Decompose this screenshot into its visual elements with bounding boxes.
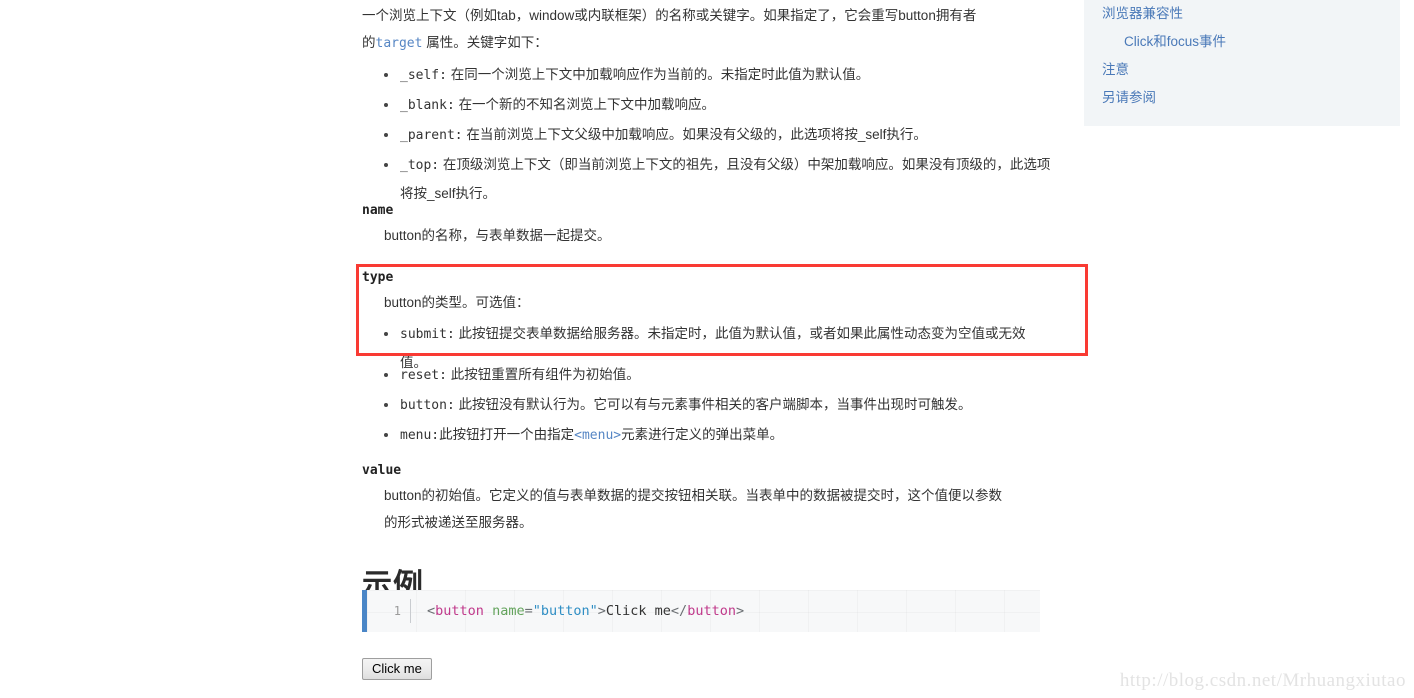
table-of-contents-sidebar: 浏览器兼容性 Click和focus事件 注意 另请参阅	[1084, 0, 1400, 126]
target-description-suffix: 属性。关键字如下：	[426, 35, 548, 50]
code-token-attr: name	[492, 603, 525, 619]
keyword-code: _blank:	[400, 98, 455, 113]
code-token-content: Click me	[605, 603, 671, 619]
list-item: _self: 在同一个浏览上下文中加载响应作为当前的。未指定时此值为默认值。	[362, 61, 1052, 90]
option-text-after: 元素进行定义的弹出菜单。	[621, 427, 784, 442]
keyword-text: 在当前浏览上下文父级中加载响应。如果没有父级的，此选项将按_self执行。	[466, 127, 927, 142]
click-me-button[interactable]: Click me	[362, 658, 432, 680]
target-attribute-block: 一个浏览上下文（例如tab，window或内联框架）的名称或关键字。如果指定了，…	[362, 2, 1052, 209]
list-item: menu:此按钮打开一个由指定<menu>元素进行定义的弹出菜单。	[362, 421, 1052, 450]
sidebar-item-click-focus-events[interactable]: Click和focus事件	[1084, 28, 1400, 56]
sidebar-item-see-also[interactable]: 另请参阅	[1084, 84, 1400, 112]
keyword-code: _self:	[400, 68, 447, 83]
list-item: _blank: 在一个新的不知名浏览上下文中加载响应。	[362, 91, 1052, 120]
value-attribute-term: value	[362, 463, 402, 478]
keyword-text: 在同一个浏览上下文中加载响应作为当前的。未指定时此值为默认值。	[450, 67, 870, 82]
name-attribute-block: name button的名称，与表单数据一起提交。	[362, 200, 1052, 249]
list-item: reset: 此按钮重置所有组件为初始值。	[362, 361, 1052, 390]
type-attribute-term: type	[362, 270, 394, 285]
code-token-punct: </	[670, 603, 688, 619]
option-code: button:	[400, 398, 455, 413]
code-line-number: 1	[393, 604, 401, 618]
sidebar-item-browser-compat[interactable]: 浏览器兼容性	[1084, 0, 1400, 28]
code-token-punct: >	[735, 603, 745, 619]
code-token-tag: button	[687, 603, 736, 619]
list-item: _parent: 在当前浏览上下文父级中加载响应。如果没有父级的，此选项将按_s…	[362, 121, 1052, 150]
option-code: submit:	[400, 327, 455, 342]
option-code: reset:	[400, 368, 447, 383]
code-gutter-divider	[410, 599, 411, 623]
type-option-list-rest: reset: 此按钮重置所有组件为初始值。 button: 此按钮没有默认行为。…	[362, 357, 1052, 451]
target-keyword-list: _self: 在同一个浏览上下文中加载响应作为当前的。未指定时此值为默认值。 _…	[362, 61, 1052, 208]
value-attribute-description: button的初始值。它定义的值与表单数据的提交按钮相关联。当表单中的数据被提交…	[384, 482, 1052, 536]
keyword-text: 在顶级浏览上下文（即当前浏览上下文的祖先，且没有父级）中架加载响应。如果没有顶级…	[400, 157, 1051, 201]
target-description-line1: 一个浏览上下文（例如tab，window或内联框架）的名称或关键字。如果指定了，…	[362, 8, 977, 23]
list-item: button: 此按钮没有默认行为。它可以有与元素事件相关的客户端脚本，当事件出…	[362, 391, 1052, 420]
code-token-equals: =	[524, 603, 533, 619]
type-attribute-description: button的类型。可选值：	[384, 295, 530, 310]
keyword-code: _top:	[400, 158, 440, 173]
main-content: 一个浏览上下文（例如tab，window或内联框架）的名称或关键字。如果指定了，…	[0, 0, 1088, 698]
option-text: 此按钮重置所有组件为初始值。	[450, 367, 640, 382]
name-attribute-description: button的名称，与表单数据一起提交。	[384, 228, 611, 243]
option-text-before: 此按钮打开一个由指定	[439, 427, 575, 442]
keyword-code: _parent:	[400, 128, 463, 143]
code-token-tag: button	[435, 603, 484, 619]
type-option-list: reset: 此按钮重置所有组件为初始值。 button: 此按钮没有默认行为。…	[362, 361, 1052, 450]
value-attribute-block: value button的初始值。它定义的值与表单数据的提交按钮相关联。当表单中…	[362, 460, 1052, 536]
name-attribute-term: name	[362, 203, 394, 218]
value-description-line2: 的形式被递送至服务器。	[384, 515, 533, 530]
option-code: menu:	[400, 428, 440, 443]
menu-element-link[interactable]: <menu>	[574, 428, 621, 443]
sidebar-item-notes[interactable]: 注意	[1084, 56, 1400, 84]
keyword-text: 在一个新的不知名浏览上下文中加载响应。	[458, 97, 716, 112]
option-text: 此按钮没有默认行为。它可以有与元素事件相关的客户端脚本，当事件出现时可触发。	[458, 397, 972, 412]
code-token-string: "button"	[532, 603, 598, 619]
target-description: 一个浏览上下文（例如tab，window或内联框架）的名称或关键字。如果指定了，…	[362, 2, 1052, 57]
code-sample-block: 1 <button name="button">Click me</button…	[362, 590, 1040, 632]
target-attribute-link[interactable]: target	[376, 36, 423, 51]
code-token-punct: <	[427, 603, 436, 619]
code-sample-text: <button name="button">Click me</button>	[427, 603, 744, 619]
watermark-text: http://blog.csdn.net/Mrhuangxiutao	[1119, 670, 1406, 691]
target-description-prefix: 的	[362, 35, 376, 50]
code-token-punct: >	[597, 603, 606, 619]
value-description-line1: button的初始值。它定义的值与表单数据的提交按钮相关联。当表单中的数据被提交…	[384, 488, 1003, 503]
